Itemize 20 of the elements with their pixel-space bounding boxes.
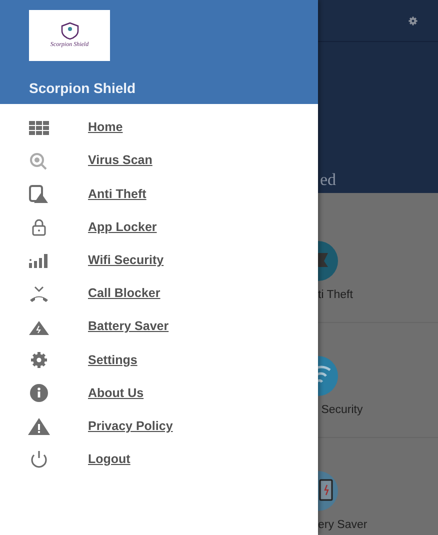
menu-item[interactable]: Home xyxy=(88,118,123,137)
drawer-title: Scorpion Shield xyxy=(29,79,136,98)
tile-label: ti Theft xyxy=(318,288,354,303)
menu-item[interactable]: Wifi Security xyxy=(88,250,164,270)
menu-item[interactable]: Privacy Policy xyxy=(88,416,173,436)
menu-item[interactable]: About Us xyxy=(88,384,144,402)
menu-item[interactable]: Logout xyxy=(88,450,130,469)
menu-item[interactable]: Call Blocker xyxy=(88,284,160,303)
menu-item[interactable]: Battery Saver xyxy=(88,317,169,336)
settings-icon[interactable] xyxy=(406,14,420,28)
tile-label: Security xyxy=(320,402,364,418)
menu-item[interactable]: Settings xyxy=(88,350,138,370)
menu-item[interactable]: Anti Theft xyxy=(88,184,146,204)
menu-item[interactable]: Virus Scan xyxy=(88,151,152,170)
battery-icon xyxy=(318,470,339,511)
wifi-icon xyxy=(318,356,339,396)
header-text: ed xyxy=(320,169,336,191)
warning-icon xyxy=(26,416,52,436)
tile-label: ery Saver xyxy=(318,518,368,533)
menu-item[interactable]: App Locker xyxy=(88,218,157,237)
